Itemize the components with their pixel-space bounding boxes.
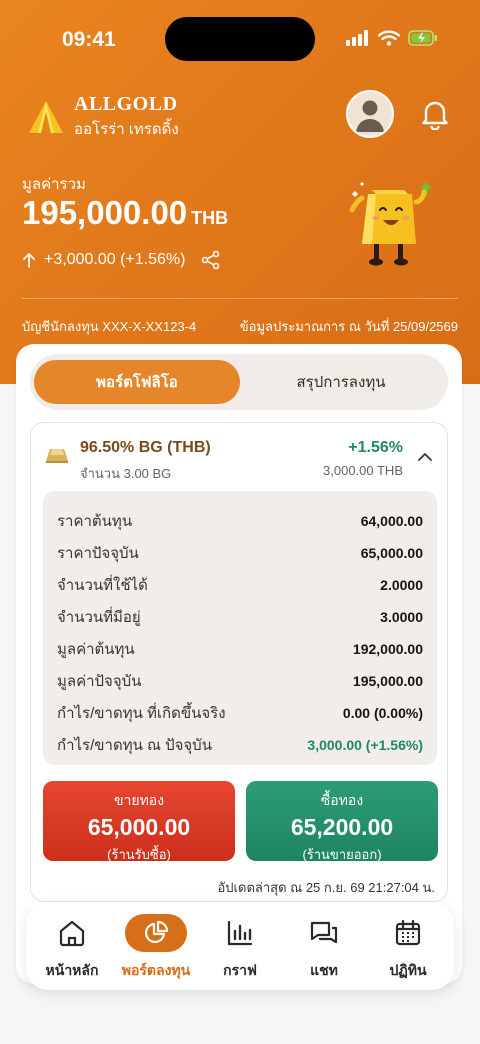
detail-row-available-qty: จำนวนที่ใช้ได้ 2.0000 [57, 569, 423, 601]
detail-row-realized-pl: กำไร/ขาดทุน ที่เกิดขึ้นจริง 0.00 (0.00%) [57, 697, 423, 729]
nav-label: ปฏิทิน [389, 962, 427, 978]
user-icon [356, 100, 384, 132]
detail-row-cost-price: ราคาต้นทุน 64,000.00 [57, 505, 423, 537]
buy-gold-button[interactable]: ซื้อทอง 65,200.00 (ร้านขายออก) [246, 781, 438, 862]
account-number: บัญชีนักลงทุน XXX-X-XX123-4 [22, 319, 197, 334]
status-bar: 09:41 [0, 0, 480, 78]
estimate-date: ข้อมูลประมาณการ ณ วันที่ 25/09/2569 [239, 319, 458, 334]
holding-title: 96.50% BG (THB) [80, 439, 211, 456]
calendar-icon [395, 919, 421, 946]
nav-label: พอร์ตลงทุน [121, 962, 191, 978]
notification-button[interactable] [420, 98, 450, 135]
nav-label: กราฟ [223, 962, 257, 978]
detail-label: กำไร/ขาดทุน ณ ปัจจุบัน [57, 737, 212, 754]
detail-row-cost-value: มูลค่าต้นทุน 192,000.00 [57, 633, 423, 665]
detail-label: มูลค่าต้นทุน [57, 641, 135, 658]
status-icons [346, 30, 438, 46]
sell-price: 65,000.00 [87, 814, 191, 840]
arrow-up-icon [23, 253, 35, 268]
detail-value: 192,000.00 [352, 641, 423, 657]
holding-details: ราคาต้นทุน 64,000.00 ราคาปัจจุบัน 65,000.0… [43, 491, 437, 765]
total-value-currency: THB [191, 208, 229, 228]
holding-change-pct: +1.56% [348, 439, 403, 456]
detail-value: 2.0000 [380, 577, 423, 593]
total-value: 195,000.00 THB [22, 194, 228, 232]
bell-icon [422, 101, 448, 131]
total-change-text: +3,000.00 (+1.56%) [44, 251, 186, 268]
gold-mascot-illustration [348, 180, 440, 275]
nav-item-chat[interactable]: แชท [284, 914, 364, 982]
chat-icon [310, 921, 338, 944]
detail-value: 0.00 (0.00%) [342, 705, 423, 721]
pie-chart-icon [145, 920, 169, 943]
detail-row-held-qty: จำนวนที่มีอยู่ 3.0000 [57, 601, 423, 633]
detail-label: ราคาปัจจุบัน [57, 545, 139, 562]
buy-label: ซื้อทอง [320, 792, 364, 808]
chevron-up-icon [418, 453, 432, 461]
bottom-nav: หน้าหลัก พอร์ตลงทุน กราฟ แชท ปฏิทิน [26, 902, 454, 990]
nav-item-calendar[interactable]: ปฏิทิน [368, 914, 448, 982]
nav-label: หน้าหลัก [45, 962, 99, 978]
sell-gold-button[interactable]: ขายทอง 65,000.00 (ร้านรับซื้อ) [43, 781, 235, 862]
total-change: +3,000.00 (+1.56%) [22, 250, 221, 270]
detail-value: 3.0000 [380, 609, 423, 625]
status-time: 09:41 [62, 28, 116, 51]
home-icon [59, 920, 85, 947]
detail-row-unrealized-pl: กำไร/ขาดทุน ณ ปัจจุบัน 3,000.00 (+1.56%) [57, 729, 423, 761]
header-divider [22, 298, 458, 299]
nav-item-portfolio[interactable]: พอร์ตลงทุน [116, 914, 196, 982]
brand-logo: ALLGOLD ออโรร่า เทรดดิ้ง [28, 93, 179, 141]
buy-price: 65,200.00 [290, 814, 394, 840]
detail-label: จำนวนที่มีอยู่ [57, 609, 141, 626]
total-value-label: มูลค่ารวม [22, 176, 86, 193]
holding-quantity: จำนวน 3.00 BG [80, 466, 172, 481]
battery-charging-icon [408, 30, 437, 46]
gold-bar-icon [45, 447, 69, 468]
sell-label: ขายทอง [113, 792, 165, 808]
signal-icon [346, 30, 368, 46]
detail-row-current-value: มูลค่าปัจจุบัน 195,000.00 [57, 665, 423, 697]
total-value-amount: 195,000.00 [22, 194, 188, 231]
detail-label: กำไร/ขาดทุน ที่เกิดขึ้นจริง [57, 705, 226, 722]
sell-note: (ร้านรับซื้อ) [107, 847, 171, 862]
tab-investment-summary[interactable]: สรุปการลงทุน [238, 360, 444, 404]
profile-avatar[interactable] [346, 90, 394, 138]
account-info-row: บัญชีนักลงทุน XXX-X-XX123-4 ข้อมูลประมาณ… [22, 316, 458, 337]
detail-label: มูลค่าปัจจุบัน [57, 673, 142, 690]
nav-label: แชท [310, 962, 338, 978]
detail-value: 3,000.00 (+1.56%) [307, 737, 423, 753]
holding-card: 96.50% BG (THB) จำนวน 3.00 BG +1.56% 3,0… [30, 422, 448, 902]
detail-value: 64,000.00 [360, 513, 423, 529]
buy-note: (ร้านขายออก) [302, 847, 382, 862]
gold-bar-mascot-icon [349, 182, 432, 266]
detail-label: ราคาต้นทุน [57, 513, 133, 530]
tab-portfolio[interactable]: พอร์ตโฟลิโอ [34, 360, 240, 404]
nav-item-chart[interactable]: กราฟ [200, 914, 280, 982]
collapse-button[interactable] [417, 449, 433, 467]
bar-chart-icon [227, 920, 253, 946]
detail-row-current-price: ราคาปัจจุบัน 65,000.00 [57, 537, 423, 569]
brand-name: ALLGOLD [74, 93, 178, 115]
detail-value: 65,000.00 [360, 545, 423, 561]
holding-value: 3,000.00 THB [323, 463, 403, 478]
portfolio-card: พอร์ตโฟลิโอ สรุปการลงทุน 96.50% BG (THB)… [16, 344, 462, 984]
wifi-icon [378, 30, 400, 46]
detail-value: 195,000.00 [352, 673, 423, 689]
dynamic-island [165, 17, 315, 61]
share-icon[interactable] [201, 250, 221, 270]
brand-subtitle: ออโรร่า เทรดดิ้ง [74, 121, 179, 138]
detail-label: จำนวนที่ใช้ได้ [57, 577, 148, 594]
allgold-logo-icon [29, 101, 63, 133]
segmented-tabs: พอร์ตโฟลิโอ สรุปการลงทุน [30, 354, 448, 410]
last-updated: อัปเดตล่าสุด ณ 25 ก.ย. 69 21:27:04 น. [217, 880, 436, 895]
nav-item-home[interactable]: หน้าหลัก [32, 914, 112, 982]
